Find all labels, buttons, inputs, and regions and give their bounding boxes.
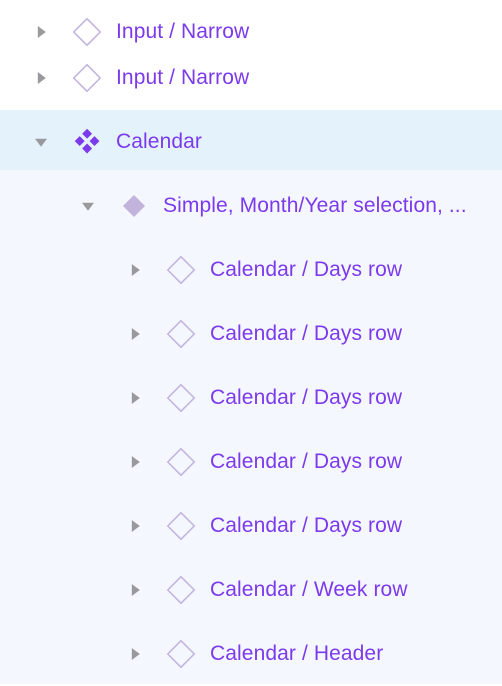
layer-row[interactable]: Calendar / Days row	[0, 302, 502, 366]
icon-label-gap	[102, 142, 116, 143]
caret-icon-gap	[146, 590, 166, 591]
row-indent-spacer	[0, 526, 124, 527]
caret-glyph	[131, 584, 140, 596]
caret-icon-gap	[52, 32, 72, 33]
icon-label-gap	[196, 654, 210, 655]
caret-icon-gap	[146, 398, 166, 399]
caret-glyph	[37, 72, 46, 84]
layers-panel: Input / Narrow Input / Narrow Calendar Simp…	[0, 0, 502, 684]
diamond-outline-icon	[72, 17, 102, 47]
layer-row[interactable]: Calendar / Days row	[0, 238, 502, 302]
diamond-outline-icon	[166, 447, 196, 477]
caret-glyph	[37, 26, 46, 38]
diamond-outline-icon	[166, 383, 196, 413]
diamond-outline-icon	[72, 63, 102, 93]
diamond-filled-icon	[119, 191, 149, 221]
row-indent-spacer	[0, 206, 77, 207]
caret-icon-gap	[146, 526, 166, 527]
layer-name[interactable]: Calendar / Days row	[210, 321, 502, 347]
icon-label-gap	[196, 398, 210, 399]
caret-icon-gap	[146, 462, 166, 463]
icon-label-gap	[196, 526, 210, 527]
layer-name[interactable]: Calendar / Header	[210, 641, 502, 667]
row-indent-spacer	[0, 462, 124, 463]
diamond-outline-icon	[166, 255, 196, 285]
diamond-outline-icon	[166, 511, 196, 541]
caret-glyph	[131, 520, 140, 532]
chevron-down-icon[interactable]	[77, 195, 99, 217]
icon-label-gap	[196, 334, 210, 335]
icon-label-gap	[196, 270, 210, 271]
chevron-right-icon[interactable]	[30, 21, 52, 43]
row-indent-spacer	[0, 142, 30, 143]
chevron-right-icon[interactable]	[124, 643, 146, 665]
caret-icon-gap	[146, 334, 166, 335]
caret-icon-gap	[146, 654, 166, 655]
row-indent-spacer	[0, 590, 124, 591]
layer-name[interactable]: Calendar / Days row	[210, 449, 502, 475]
chevron-right-icon[interactable]	[124, 579, 146, 601]
icon-label-gap	[196, 462, 210, 463]
diamond-outline-icon	[166, 575, 196, 605]
chevron-right-icon[interactable]	[124, 259, 146, 281]
layer-name[interactable]: Input / Narrow	[116, 65, 502, 91]
row-indent-spacer	[0, 398, 124, 399]
caret-glyph	[131, 392, 140, 404]
row-indent-spacer	[0, 334, 124, 335]
caret-glyph	[131, 328, 140, 340]
layer-name[interactable]: Calendar	[116, 129, 502, 155]
icon-label-gap	[102, 32, 116, 33]
chevron-down-icon[interactable]	[30, 131, 52, 153]
row-indent-spacer	[0, 270, 124, 271]
layer-name[interactable]: Calendar / Days row	[210, 257, 502, 283]
caret-icon-gap	[99, 206, 119, 207]
chevron-right-icon[interactable]	[124, 515, 146, 537]
caret-icon-gap	[146, 270, 166, 271]
layer-name[interactable]: Input / Narrow	[116, 19, 502, 45]
row-indent-spacer	[0, 654, 124, 655]
layer-row[interactable]: Calendar / Header	[0, 622, 502, 686]
layer-name[interactable]: Calendar / Days row	[210, 385, 502, 411]
caret-icon-gap	[52, 142, 72, 143]
caret-glyph	[82, 202, 94, 211]
component-set-icon	[72, 127, 102, 157]
layer-row[interactable]: Calendar	[0, 110, 502, 174]
diamond-outline-icon	[166, 319, 196, 349]
caret-icon-gap	[52, 78, 72, 79]
layer-row[interactable]: Calendar / Days row	[0, 366, 502, 430]
layer-name[interactable]: Calendar / Week row	[210, 577, 502, 603]
caret-glyph	[35, 138, 47, 147]
chevron-right-icon[interactable]	[124, 451, 146, 473]
caret-glyph	[131, 456, 140, 468]
icon-label-gap	[102, 78, 116, 79]
layer-name[interactable]: Simple, Month/Year selection, ...	[163, 193, 502, 219]
layer-row[interactable]: Calendar / Days row	[0, 430, 502, 494]
layer-row[interactable]: Calendar / Week row	[0, 558, 502, 622]
icon-label-gap	[196, 590, 210, 591]
layer-row[interactable]: Input / Narrow	[0, 46, 502, 110]
caret-glyph	[131, 648, 140, 660]
row-indent-spacer	[0, 32, 30, 33]
caret-glyph	[131, 264, 140, 276]
chevron-right-icon[interactable]	[30, 67, 52, 89]
chevron-right-icon[interactable]	[124, 323, 146, 345]
diamond-outline-icon	[166, 639, 196, 669]
chevron-right-icon[interactable]	[124, 387, 146, 409]
icon-label-gap	[149, 206, 163, 207]
layer-name[interactable]: Calendar / Days row	[210, 513, 502, 539]
layer-row[interactable]: Simple, Month/Year selection, ...	[0, 174, 502, 238]
row-indent-spacer	[0, 78, 30, 79]
layer-row[interactable]: Calendar / Days row	[0, 494, 502, 558]
